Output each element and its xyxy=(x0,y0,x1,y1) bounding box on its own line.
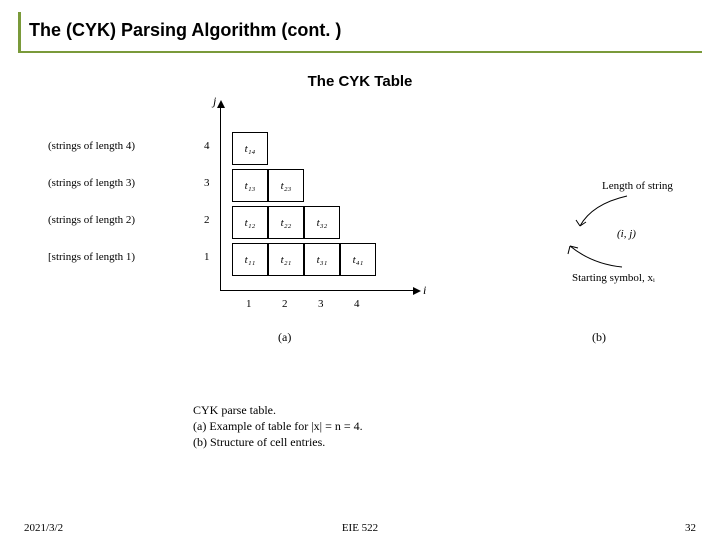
cell-1-4: tt14₁₄ xyxy=(232,132,268,165)
cell-1-3: t₁₃ xyxy=(232,169,268,202)
x-tick-2: 2 xyxy=(282,298,288,310)
content-area: j i (strings of length 4) (strings of le… xyxy=(18,100,702,400)
diagram-a: j i (strings of length 4) (strings of le… xyxy=(48,100,448,360)
x-tick-4: 4 xyxy=(354,298,360,310)
cell-1-2: t₁₂ xyxy=(232,206,268,239)
start-label: Starting symbol, xᵢ xyxy=(572,272,655,284)
y-tick-2: 2 xyxy=(204,214,210,226)
caption-line-3: (b) Structure of cell entries. xyxy=(193,434,363,450)
slide-title: The (CYK) Parsing Algorithm (cont. ) xyxy=(29,20,702,41)
ij-label: (i, j) xyxy=(617,228,636,240)
footer-page: 32 xyxy=(685,522,696,534)
row-label-2: (strings of length 2) xyxy=(48,214,135,226)
row-label-4: (strings of length 4) xyxy=(48,140,135,152)
y-axis-label: j xyxy=(213,94,216,109)
row-label-1: [strings of length 1) xyxy=(48,251,135,263)
caption-line-2: (a) Example of table for |x| = n = 4. xyxy=(193,418,363,434)
length-label: Length of string xyxy=(602,180,673,192)
row-label-3: (strings of length 3) xyxy=(48,177,135,189)
diagram-b: Length of string (i, j) Starting symbol,… xyxy=(522,180,692,320)
cell-3-2: t₃₂ xyxy=(304,206,340,239)
x-axis xyxy=(220,290,415,291)
x-axis-label: i xyxy=(423,283,426,298)
panel-b-label: (b) xyxy=(592,330,606,345)
cell-2-2: t₂₂ xyxy=(268,206,304,239)
y-tick-4: 4 xyxy=(204,140,210,152)
start-arrow-icon xyxy=(562,242,632,272)
y-tick-3: 3 xyxy=(204,177,210,189)
x-tick-1: 1 xyxy=(246,298,252,310)
caption-line-1: CYK parse table. xyxy=(193,402,363,418)
y-tick-1: 1 xyxy=(204,251,210,263)
figure-caption: CYK parse table. (a) Example of table fo… xyxy=(193,402,363,451)
cell-1-1: t₁₁ xyxy=(232,243,268,276)
y-axis xyxy=(220,106,221,291)
x-axis-arrow-icon xyxy=(413,287,421,295)
footer-course: EIE 522 xyxy=(342,522,378,534)
cell-4-1: t₄₁ xyxy=(340,243,376,276)
y-axis-arrow-icon xyxy=(217,100,225,108)
title-bar: The (CYK) Parsing Algorithm (cont. ) xyxy=(18,12,702,53)
cell-3-1: t₃₁ xyxy=(304,243,340,276)
cell-2-3: t₂₃ xyxy=(268,169,304,202)
cell-2-1: t₂₁ xyxy=(268,243,304,276)
panel-a-label: (a) xyxy=(278,330,291,345)
subtitle: The CYK Table xyxy=(18,73,702,90)
x-tick-3: 3 xyxy=(318,298,324,310)
footer-date: 2021/3/2 xyxy=(24,522,63,534)
